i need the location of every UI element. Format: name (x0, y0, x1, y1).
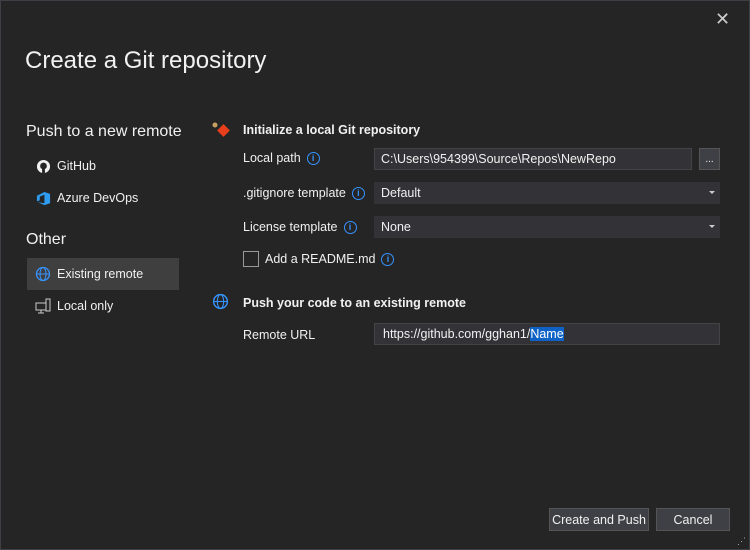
dialog-title: Create a Git repository (25, 47, 267, 74)
sidebar-item-existing-remote[interactable]: Existing remote (27, 258, 179, 290)
remote-url-selected-text: Name (530, 327, 564, 341)
sidebar-item-label: GitHub (57, 159, 96, 173)
sidebar-item-label: Azure DevOps (57, 191, 139, 205)
resize-grip-icon[interactable]: ⋰ (737, 537, 746, 546)
readme-label-text: Add a README.md (265, 252, 376, 266)
sidebar-item-azure-devops[interactable]: Azure DevOps (27, 182, 179, 214)
globe-icon (35, 266, 51, 282)
sidebar-item-local-only[interactable]: Local only (27, 290, 179, 322)
gitignore-label: .gitignore template i (243, 186, 365, 200)
section-push-new-remote: Push to a new remote (26, 123, 182, 140)
license-dropdown[interactable]: None (374, 216, 720, 238)
gitignore-label-text: .gitignore template (243, 186, 346, 200)
license-label: License template i (243, 220, 357, 234)
cancel-button[interactable]: Cancel (656, 508, 730, 531)
remote-url-label: Remote URL (243, 328, 316, 342)
info-icon[interactable]: i (351, 186, 365, 200)
local-path-label: Local path i (243, 151, 320, 165)
sidebar-item-label: Existing remote (57, 267, 144, 281)
remote-heading: Push your code to an existing remote (243, 296, 466, 310)
readme-checkbox[interactable] (243, 251, 259, 267)
info-icon[interactable]: i (381, 252, 395, 266)
azure-devops-icon (35, 190, 51, 206)
license-label-text: License template (243, 220, 338, 234)
info-icon[interactable]: i (306, 151, 320, 165)
license-value: None (381, 220, 411, 234)
gitignore-value: Default (381, 186, 421, 200)
github-icon (35, 158, 51, 174)
local-path-label-text: Local path (243, 151, 301, 165)
create-and-push-button[interactable]: Create and Push (549, 508, 649, 531)
section-other: Other (26, 231, 67, 248)
computer-icon (35, 298, 51, 314)
globe-icon (212, 293, 229, 313)
gitignore-dropdown[interactable]: Default (374, 182, 720, 204)
browse-button[interactable]: ... (699, 148, 720, 170)
readme-label: Add a README.md i (265, 252, 395, 266)
sidebar-item-label: Local only (57, 299, 114, 313)
init-heading: Initialize a local Git repository (243, 123, 421, 137)
sidebar-item-github[interactable]: GitHub (27, 150, 179, 182)
remote-url-text: https://github.com/gghan1/ (383, 327, 531, 341)
info-icon[interactable]: i (343, 220, 357, 234)
chevron-down-icon (709, 225, 715, 228)
chevron-down-icon (709, 191, 715, 194)
git-repo-icon (211, 121, 231, 142)
remote-url-input[interactable]: https://github.com/gghan1/Name (374, 323, 720, 345)
close-icon[interactable]: ✕ (715, 9, 730, 30)
local-path-input[interactable]: C:\Users\954399\Source\Repos\NewRepo (374, 148, 692, 170)
